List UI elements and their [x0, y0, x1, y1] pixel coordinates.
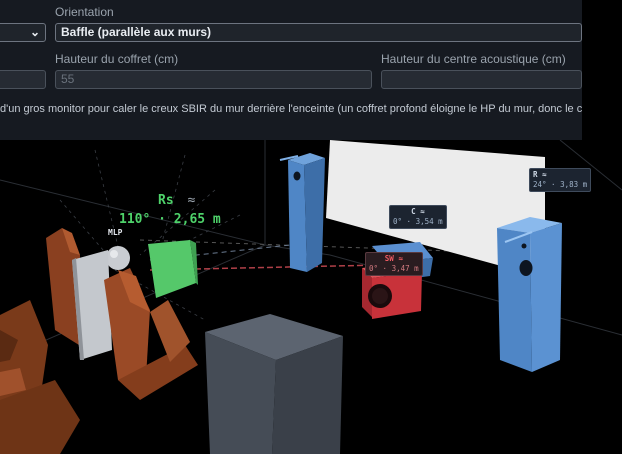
- chevron-down-icon: ⌄: [29, 25, 40, 39]
- box-height-label: Hauteur du coffret (cm): [55, 52, 179, 66]
- r-tag-value: 24° · 3,83 m: [533, 180, 588, 189]
- box-height-value: 55: [61, 72, 75, 86]
- mlp-label: MLP: [108, 228, 123, 237]
- rs-label-title: Rs: [158, 193, 174, 208]
- sw-speaker-tag: SW ≈ 0° · 3,47 m: [365, 252, 423, 276]
- c-tag-head: C ≈: [393, 207, 443, 217]
- r-tag-approx: ≈: [542, 170, 547, 179]
- acoustic-center-label: Hauteur du centre acoustique (cm): [381, 52, 566, 66]
- c-speaker-tag: C ≈ 0° · 3,54 m: [389, 205, 447, 229]
- rs-label: Rs ≈: [158, 193, 195, 208]
- sw-tag-approx: ≈: [398, 254, 403, 263]
- acoustic-center-input[interactable]: [381, 70, 582, 89]
- r-speaker-tag: R ≈ 24° · 3,83 m: [529, 168, 592, 192]
- front-right-speaker[interactable]: [497, 217, 562, 372]
- rs-distance-label: 110° · 2,65 m: [119, 212, 221, 227]
- box-height-input: 55: [55, 70, 372, 89]
- r-tag-head: R ≈: [533, 170, 587, 180]
- sw-tag-head: SW ≈: [369, 254, 419, 264]
- previous-field: [0, 70, 46, 89]
- c-tag-value: 0° · 3,54 m: [393, 217, 443, 226]
- c-tag-title: C: [411, 207, 416, 216]
- sbir-help-text: d'un gros monitor pour caler le creux SB…: [0, 103, 582, 115]
- orientation-select[interactable]: Baffle (parallèle aux murs): [55, 23, 582, 42]
- orientation-label: Orientation: [55, 5, 114, 19]
- front-left-speaker[interactable]: [279, 153, 325, 272]
- table: [205, 314, 343, 454]
- right-surround-speaker[interactable]: [148, 240, 198, 298]
- rs-approx: ≈: [187, 193, 196, 208]
- previous-select[interactable]: ⌄: [0, 23, 46, 42]
- sw-tag-title: SW: [384, 254, 394, 263]
- orientation-value: Baffle (parallèle aux murs): [61, 25, 212, 39]
- mlp-listener-head[interactable]: [106, 246, 130, 270]
- r-tag-title: R: [533, 170, 538, 179]
- sw-tag-value: 0° · 3,47 m: [369, 264, 419, 273]
- c-tag-approx: ≈: [420, 207, 425, 216]
- speaker-settings-panel: ⌄ Orientation Baffle (parallèle aux murs…: [0, 0, 582, 140]
